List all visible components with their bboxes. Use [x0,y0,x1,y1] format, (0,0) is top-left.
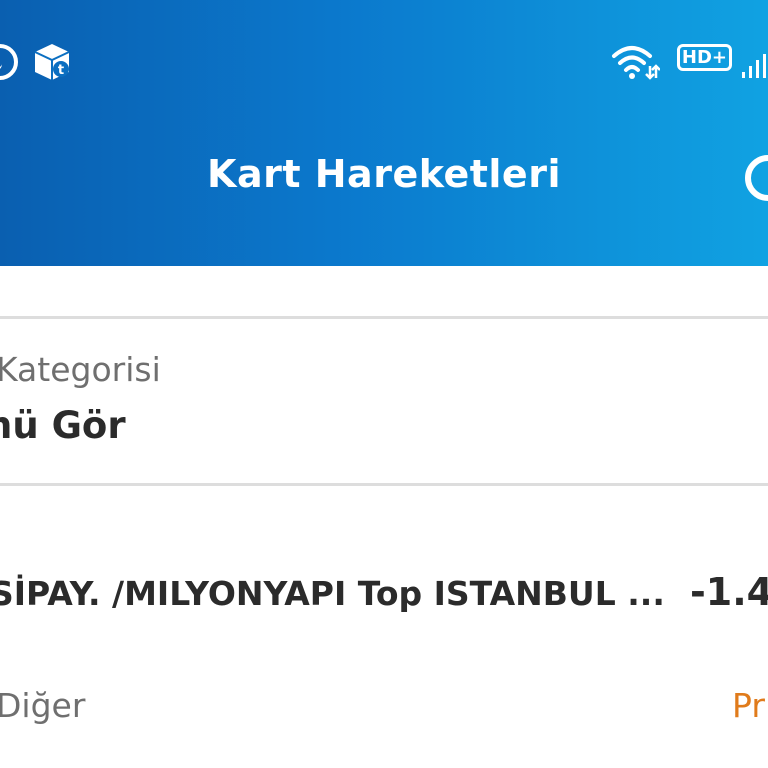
app-header: t HD+ Kart Hareketleri [0,0,768,266]
box-icon: t [34,44,70,80]
transaction-status: Pr [732,686,765,725]
category-filter-label: Kategorisi [0,350,161,389]
signal-icon [742,54,766,78]
transaction-description: SİPAY. /MILYONYAPI Top ISTANBUL ... [0,574,665,613]
page-title: Kart Hareketleri [207,152,561,196]
smiley-face-icon [0,44,18,80]
transaction-category: Diğer [0,686,86,725]
transaction-amount: -1.4 [690,570,768,614]
svg-text:t: t [58,63,64,78]
search-icon[interactable] [742,152,768,204]
network-type-label: HD+ [676,44,732,72]
divider [0,316,768,319]
network-type-text: HD+ [676,44,732,71]
wifi-icon [612,46,660,80]
status-bar-right: HD+ [598,42,768,82]
category-filter-value[interactable]: nü Gör [0,404,126,447]
divider [0,483,768,486]
